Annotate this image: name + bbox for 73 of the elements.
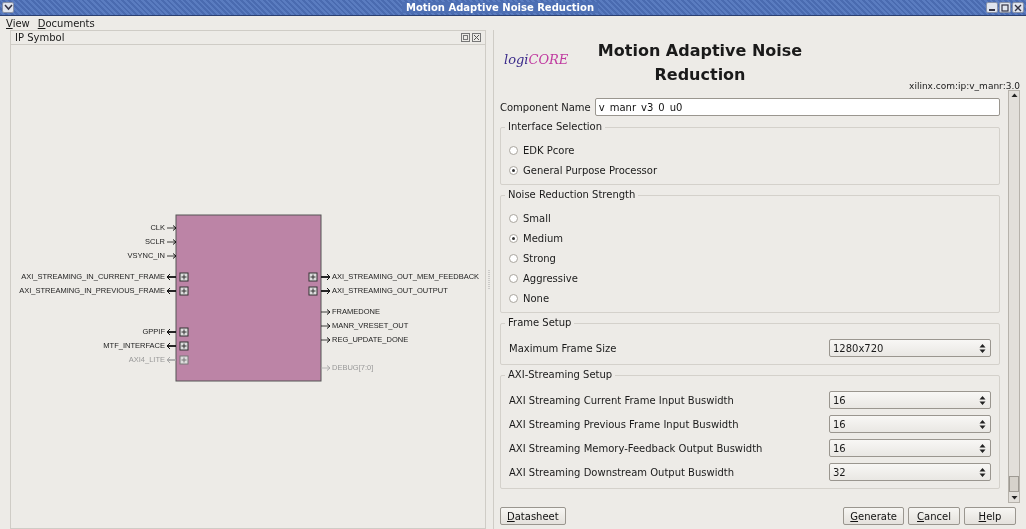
scroll-thumb[interactable] xyxy=(1009,476,1019,492)
splitter-grip-icon[interactable] xyxy=(488,269,491,290)
pin-arrow xyxy=(320,337,331,343)
component-name-field[interactable]: v_manr_v3_0_u0 xyxy=(594,98,1000,116)
radio-option[interactable]: General Purpose Processor xyxy=(509,160,658,180)
group-title: Noise Reduction Strength xyxy=(505,189,639,200)
dropdown[interactable]: 16 xyxy=(829,439,991,457)
updown-icon xyxy=(979,394,986,406)
core-title: Motion Adaptive Noise Reduction xyxy=(596,40,804,86)
radio-option[interactable]: None xyxy=(509,288,550,308)
dialog-button[interactable]: Help xyxy=(964,507,1016,525)
radio-option[interactable]: Aggressive xyxy=(509,268,578,288)
dropdown[interactable]: 1280x720 xyxy=(829,339,991,357)
group-title: AXI-Streaming Setup xyxy=(505,369,616,380)
field-label: AXI Streaming Current Frame Input Buswidth xyxy=(509,394,734,406)
close-icon xyxy=(1014,3,1022,12)
field-label: AXI Streaming Previous Frame Input Buswidth xyxy=(509,418,739,430)
expand-icon xyxy=(179,355,189,365)
expand-icon xyxy=(179,272,189,282)
dropdown[interactable]: 16 xyxy=(829,391,991,409)
menu-item[interactable]: View xyxy=(6,17,30,29)
scroll-down-icon[interactable] xyxy=(1009,493,1019,502)
menu-item[interactable]: Documents xyxy=(37,17,95,29)
pin-arrow xyxy=(166,273,177,281)
expand-icon xyxy=(308,286,318,296)
field-label: AXI Streaming Downstream Output Buswidth xyxy=(509,466,735,478)
pin-arrow xyxy=(320,309,331,315)
dialog-button[interactable]: Generate xyxy=(843,507,904,525)
expand-icon xyxy=(308,272,318,282)
pin-arrow xyxy=(320,273,331,281)
core-identifier: xilinx.com:ip:v_manr:3.0 xyxy=(909,81,1020,91)
radio-option[interactable]: EDK Pcore xyxy=(509,140,575,160)
window-menu-button[interactable] xyxy=(2,2,14,13)
expand-icon xyxy=(179,286,189,296)
expand-icon xyxy=(179,327,189,337)
field-label: Maximum Frame Size xyxy=(509,342,617,354)
dropdown[interactable]: 32 xyxy=(829,463,991,481)
pin-arrow xyxy=(166,356,177,364)
pin-arrow xyxy=(166,253,177,259)
maximize-button[interactable] xyxy=(999,2,1011,13)
radio-option[interactable]: Small xyxy=(509,208,551,228)
pin-arrow xyxy=(166,239,177,245)
pin-arrow xyxy=(166,287,177,295)
panel-title: IP Symbol xyxy=(15,32,65,43)
pin-arrow xyxy=(166,328,177,336)
dropdown[interactable]: 16 xyxy=(829,415,991,433)
minimize-button[interactable] xyxy=(986,2,998,13)
pin-arrow xyxy=(166,342,177,350)
dialog-button[interactable]: Cancel xyxy=(908,507,960,525)
close-icon[interactable] xyxy=(472,33,481,42)
maximize-icon xyxy=(1001,3,1009,12)
group-title: Interface Selection xyxy=(505,121,606,132)
radio-option[interactable]: Medium xyxy=(509,228,563,248)
scroll-up-icon[interactable] xyxy=(1009,91,1019,100)
window-title: Motion Adaptive Noise Reduction xyxy=(401,2,599,13)
radio-option[interactable]: Strong xyxy=(509,248,556,268)
dialog-button[interactable]: Datasheet xyxy=(500,507,566,525)
pin-arrow xyxy=(166,225,177,231)
field-label: AXI Streaming Memory-Feedback Output Buswidth xyxy=(509,442,763,454)
chevron-down-icon xyxy=(3,4,13,11)
vertical-scrollbar[interactable] xyxy=(1008,90,1020,503)
updown-icon xyxy=(979,442,986,454)
pin-arrow xyxy=(320,287,331,295)
updown-icon xyxy=(979,342,986,354)
pin-arrow xyxy=(320,365,331,371)
close-button[interactable] xyxy=(1012,2,1024,13)
updown-icon xyxy=(979,466,986,478)
field-label: Component Name xyxy=(500,101,591,113)
float-icon[interactable] xyxy=(461,33,470,42)
pin-arrow xyxy=(320,323,331,329)
expand-icon xyxy=(179,341,189,351)
updown-icon xyxy=(979,418,986,430)
group-title: Frame Setup xyxy=(505,317,575,328)
